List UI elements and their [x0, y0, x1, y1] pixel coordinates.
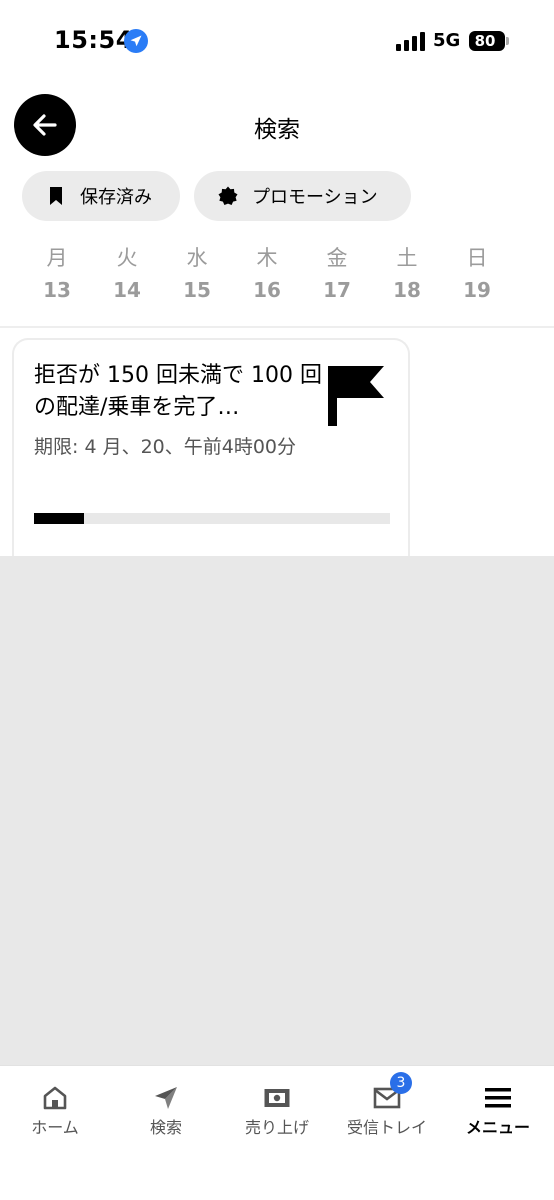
day-date: 19: [463, 278, 491, 302]
home-icon: [40, 1084, 70, 1112]
bottom-nav: ホーム 検索 売り上げ 受信トレイ メニュー 3: [0, 1065, 554, 1200]
nav-earnings-label: 売り上げ: [244, 1118, 309, 1137]
nav-earnings[interactable]: 売り上げ: [222, 1066, 332, 1146]
day-date: 14: [113, 278, 141, 302]
nav-menu-label: メニュー: [465, 1118, 530, 1137]
day-item[interactable]: 月 13: [22, 244, 92, 302]
nav-inbox-label: 受信トレイ: [346, 1118, 427, 1137]
day-name: 月: [46, 246, 68, 270]
menu-icon: [483, 1084, 513, 1112]
progress-bar: [34, 513, 390, 524]
day-name: 金: [326, 246, 348, 270]
status-bar: 15:54 5G 80: [0, 0, 554, 84]
day-name: 日: [466, 246, 488, 270]
location-arrow-icon: [124, 29, 148, 53]
nav-home-label: ホーム: [31, 1118, 79, 1137]
inbox-badge: 3: [390, 1072, 412, 1094]
battery-cap: [506, 37, 509, 45]
header: 検索 保存済み プロモーション 月 13 火 14 水 15 木 16 金 17…: [0, 84, 554, 328]
promotion-card[interactable]: 拒否が 150 回未満で 100 回の配達/乗車を完了… 期限: 4 月、20、…: [12, 338, 410, 556]
page-title: 検索: [254, 117, 300, 143]
battery-icon: 80: [469, 31, 505, 51]
day-name: 木: [256, 246, 278, 270]
progress-fill: [34, 513, 84, 524]
promotion-chip-label: プロモーション: [252, 187, 378, 208]
day-item[interactable]: 火 14: [92, 244, 162, 302]
promotion-chip[interactable]: プロモーション: [194, 171, 411, 221]
nav-menu[interactable]: メニュー: [443, 1066, 553, 1146]
day-name: 火: [116, 246, 138, 270]
day-item[interactable]: 土 18: [372, 244, 442, 302]
bookmark-icon: [46, 186, 66, 206]
badge-icon: [218, 186, 238, 206]
day-item[interactable]: 木 16: [232, 244, 302, 302]
promotion-title: 拒否が 150 回未満で 100 回の配達/乗車を完了…: [34, 363, 322, 420]
promotion-list: 拒否が 150 回未満で 100 回の配達/乗車を完了… 期限: 4 月、20、…: [0, 328, 554, 556]
day-date: 18: [393, 278, 421, 302]
promotion-deadline: 期限: 4 月、20、午前4時00分: [34, 436, 297, 458]
day-date: 16: [253, 278, 281, 302]
battery-level: 80: [474, 32, 496, 50]
day-item[interactable]: 金 17: [302, 244, 372, 302]
nav-inbox[interactable]: 受信トレイ: [332, 1066, 442, 1146]
saved-chip-label: 保存済み: [80, 187, 152, 208]
status-time: 15:54: [54, 26, 133, 54]
network-type: 5G: [433, 30, 461, 51]
day-item[interactable]: 水 15: [162, 244, 232, 302]
nav-home[interactable]: ホーム: [0, 1066, 110, 1146]
nav-search[interactable]: 検索: [111, 1066, 221, 1146]
saved-chip[interactable]: 保存済み: [22, 171, 180, 221]
day-date: 17: [323, 278, 351, 302]
signal-bars-icon: [396, 31, 426, 51]
day-item[interactable]: 日 19: [442, 244, 512, 302]
cash-icon: [262, 1084, 292, 1112]
day-name: 土: [396, 246, 418, 270]
nav-search-label: 検索: [149, 1118, 182, 1137]
compass-icon: [151, 1084, 181, 1112]
page: 15:54 5G 80 検索 保存済み プロモーション 月 13 火 14 水 …: [0, 0, 554, 1200]
day-date: 15: [183, 278, 211, 302]
week-selector: 月 13 火 14 水 15 木 16 金 17 土 18 日 19: [22, 244, 512, 314]
day-name: 水: [186, 246, 208, 270]
day-date: 13: [43, 278, 71, 302]
flag-icon: [328, 366, 384, 426]
